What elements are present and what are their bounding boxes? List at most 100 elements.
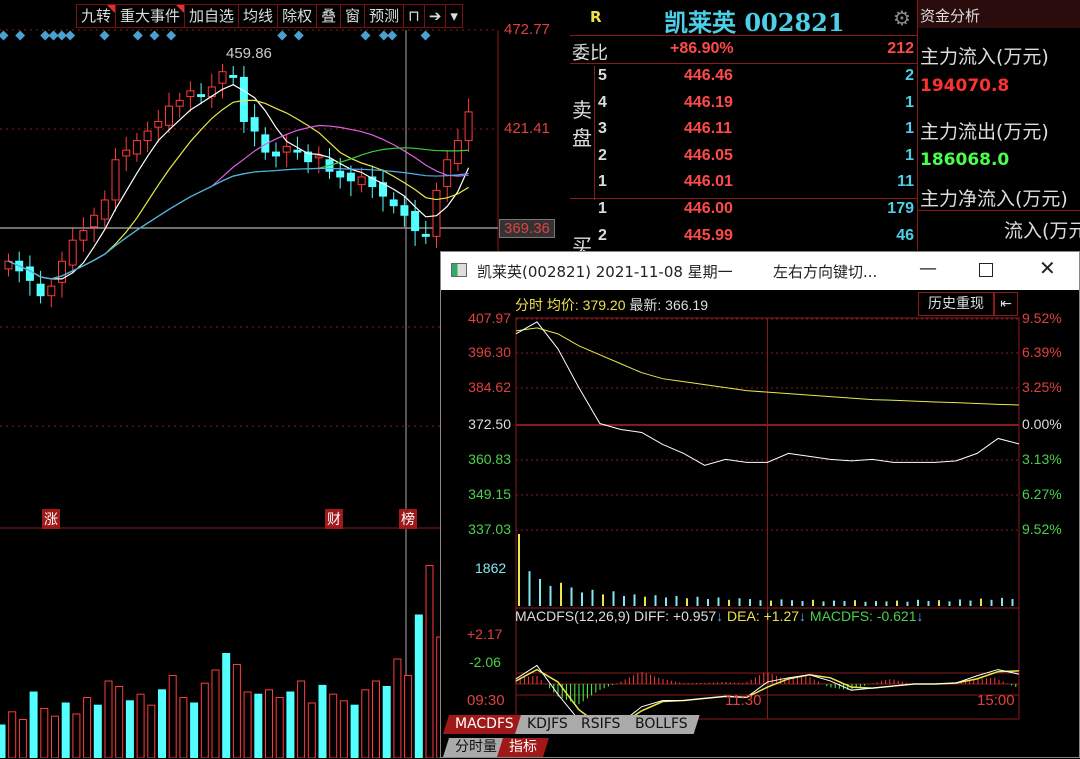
price-label-current: 369.36 — [499, 219, 555, 238]
toolbar-forecast[interactable]: 预测 — [365, 5, 405, 27]
volume-bar — [717, 597, 720, 606]
fund-title[interactable]: 资金分析 — [920, 5, 980, 26]
sell-row[interactable]: 5 446.46 2 — [570, 67, 918, 93]
candle — [389, 199, 398, 207]
price: 446.46 — [684, 67, 733, 84]
toolbar-jiuzhuan[interactable]: 九转 — [77, 5, 117, 27]
level: 3 — [598, 120, 607, 137]
sell-row[interactable]: 4 446.19 1 — [570, 94, 918, 120]
percent-axis-label: 6.39% — [1022, 344, 1062, 360]
toolbar-exright[interactable]: 除权 — [278, 5, 318, 27]
price: 446.00 — [684, 200, 733, 217]
export-icon[interactable]: ➔ — [425, 5, 447, 27]
lock-icon[interactable]: ⊓ — [404, 5, 425, 27]
buy-row[interactable]: 2 445.99 46 — [570, 227, 918, 253]
price-axis-label: 407.97 — [468, 310, 511, 326]
marker-limit-up[interactable]: 涨 — [42, 509, 60, 529]
volume-bar — [414, 614, 423, 758]
volume-bar — [115, 686, 124, 758]
volume-bar — [265, 689, 273, 758]
candle — [197, 94, 206, 98]
minimize-button[interactable]: — — [919, 258, 937, 279]
candle — [36, 283, 45, 297]
close-button[interactable]: ✕ — [1039, 256, 1056, 280]
percent-axis-label: 6.27% — [1022, 486, 1062, 502]
volume-bar — [875, 600, 877, 606]
tab-rsifs[interactable]: RSIFS — [569, 715, 632, 734]
buy-row[interactable]: 1 446.00 179 — [570, 200, 918, 226]
r-flag: R — [590, 8, 602, 26]
candle — [411, 210, 420, 232]
popup-title-bar[interactable]: 凯莱英(002821) 2021-11-08 星期一 左右方向键切... — ✕ — [441, 252, 1079, 290]
price: 446.01 — [684, 173, 733, 190]
candle — [122, 149, 131, 157]
marker-finance[interactable]: 财 — [325, 509, 343, 529]
volume-bar — [393, 658, 402, 758]
candle — [143, 130, 152, 142]
gear-icon[interactable]: ⚙ — [893, 6, 911, 30]
order-book: R 凯莱英 002821 ⚙ 委比 +86.90% 212 卖盘 5 446.46… — [570, 0, 918, 258]
tab-bollfs[interactable]: BOLLFS — [623, 715, 700, 734]
tab-macdfs[interactable]: MACDFS — [443, 715, 526, 734]
time-mid: 11:30 — [725, 692, 762, 709]
popup-hint: 左右方向键切... — [773, 263, 878, 281]
volume-bar — [927, 600, 930, 606]
toolbar-major-events[interactable]: 重大事件 — [116, 5, 186, 27]
event-diamond-icon — [293, 30, 304, 41]
volume-bar — [190, 702, 199, 758]
candle — [346, 172, 355, 182]
volume-bar — [18, 719, 27, 758]
price-label-high: 472.77 — [504, 21, 550, 38]
toolbar-overlay[interactable]: 叠 — [317, 5, 342, 27]
sell-row[interactable]: 2 446.05 1 — [570, 147, 918, 173]
sell-row[interactable]: 1 446.01 11 — [570, 173, 918, 199]
price-axis-label: 349.15 — [468, 486, 511, 502]
volume-bar — [518, 534, 520, 606]
volume-bar — [51, 715, 59, 758]
ma30-line — [8, 147, 469, 280]
level: 1 — [598, 173, 607, 190]
volume: 1 — [905, 146, 914, 164]
event-diamond-icon — [65, 30, 76, 41]
maximize-button[interactable] — [979, 263, 993, 277]
candle — [132, 140, 141, 155]
volume-bar — [696, 596, 699, 606]
macd-low: -2.06 — [469, 654, 501, 670]
toolbar-window[interactable]: 窗 — [341, 5, 366, 27]
volume: 46 — [896, 226, 914, 244]
chevron-down-icon[interactable]: ▾ — [446, 5, 462, 27]
volume-bar — [382, 686, 391, 758]
candle — [154, 120, 163, 128]
volume-bar — [297, 680, 306, 758]
volume-bar — [147, 704, 156, 758]
volume-bar — [959, 599, 961, 606]
volume-bar — [1011, 599, 1014, 606]
level: 2 — [598, 226, 607, 244]
back-arrow-icon[interactable]: ⇤ — [994, 292, 1018, 316]
ma60-line — [8, 167, 469, 280]
sell-row[interactable]: 3 446.11 1 — [570, 120, 918, 146]
history-replay-button[interactable]: 历史重现 — [918, 292, 994, 316]
volume-bar — [591, 589, 594, 606]
volume-bar — [602, 594, 604, 606]
marker-list[interactable]: 榜 — [399, 509, 417, 529]
percent-axis-label: 3.13% — [1022, 451, 1062, 467]
toolbar-add-watchlist[interactable]: 加自选 — [185, 5, 240, 27]
price-axis-label: 337.03 — [468, 521, 511, 537]
volume-bar — [560, 582, 562, 606]
volume-bar — [812, 599, 814, 606]
avg-value: 379.20 — [582, 297, 626, 313]
volume-bar — [728, 599, 730, 606]
main-inflow-label: 主力流入(万元) — [920, 46, 1049, 68]
event-diamond-icon — [15, 30, 26, 41]
intraday-chart[interactable] — [441, 290, 1079, 759]
fund-partial-label: 流入(万元 — [1004, 220, 1080, 242]
volume: 11 — [897, 173, 914, 190]
toolbar-ma[interactable]: 均线 — [239, 5, 279, 27]
volume-bar — [612, 591, 615, 606]
last-label: 最新: — [629, 297, 662, 313]
tab-indicator[interactable]: 指标 — [497, 738, 549, 757]
volume-bar — [72, 713, 81, 758]
volume-bar — [906, 601, 909, 606]
main-net-inflow-label: 主力净流入(万元) — [920, 188, 1068, 210]
